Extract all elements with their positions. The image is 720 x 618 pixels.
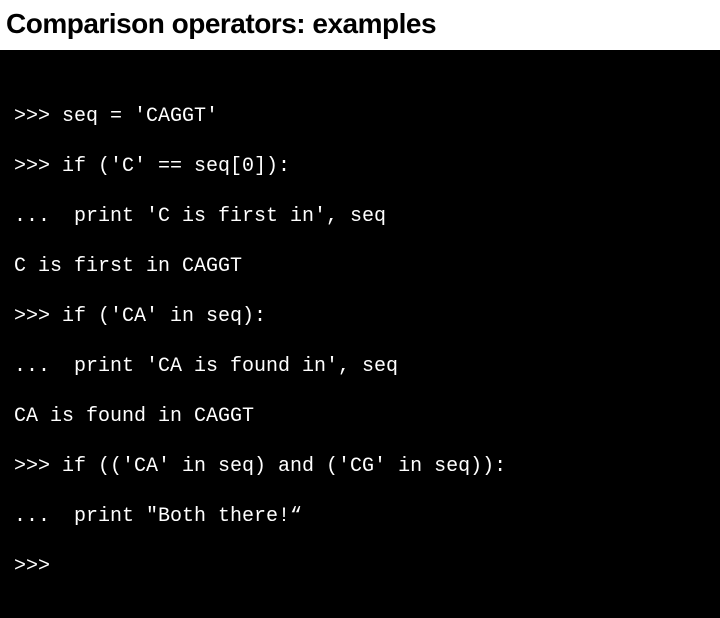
code-line: >>> if (('CA' in seq) and ('CG' in seq))… — [14, 454, 706, 479]
slide-title: Comparison operators: examples — [6, 8, 710, 40]
code-line: ... print 'C is first in', seq — [14, 204, 706, 229]
code-line: >>> — [14, 554, 706, 579]
code-line: ... print "Both there!“ — [14, 504, 706, 529]
code-line: >>> seq = 'CAGGT' — [14, 104, 706, 129]
code-line: C is first in CAGGT — [14, 254, 706, 279]
code-line: >>> if ('CA' in seq): — [14, 304, 706, 329]
code-line: >>> if ('C' == seq[0]): — [14, 154, 706, 179]
code-line: CA is found in CAGGT — [14, 404, 706, 429]
code-line: ... print 'CA is found in', seq — [14, 354, 706, 379]
title-bar: Comparison operators: examples — [0, 0, 720, 51]
terminal-block: >>> seq = 'CAGGT' >>> if ('C' == seq[0])… — [0, 51, 720, 618]
